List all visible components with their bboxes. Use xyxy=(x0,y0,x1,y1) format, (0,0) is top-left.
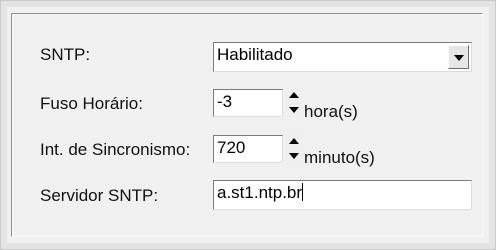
arrow-up-icon xyxy=(289,92,299,98)
timezone-stepper-down[interactable] xyxy=(285,103,303,117)
sync-interval-input[interactable]: 720 xyxy=(213,135,283,163)
sntp-select[interactable]: Habilitado xyxy=(213,42,472,72)
window-frame: SNTP: Habilitado Fuso Horário: -3 hora(s… xyxy=(0,0,496,250)
sntp-select-value: Habilitado xyxy=(217,45,293,64)
timezone-value: -3 xyxy=(217,92,233,111)
timezone-stepper[interactable] xyxy=(285,89,303,117)
text-caret xyxy=(302,183,304,201)
timezone-input[interactable]: -3 xyxy=(213,89,283,117)
timezone-stepper-up[interactable] xyxy=(285,89,303,103)
arrow-down-icon xyxy=(289,153,299,159)
arrow-up-icon xyxy=(289,138,299,144)
arrow-down-icon xyxy=(289,107,299,113)
timezone-unit: hora(s) xyxy=(304,102,358,121)
sync-interval-unit: minuto(s) xyxy=(304,148,375,167)
sync-interval-stepper-up[interactable] xyxy=(285,135,303,149)
sync-interval-stepper[interactable] xyxy=(285,135,303,163)
sync-interval-value: 720 xyxy=(217,138,246,157)
server-value: a.st1.ntp.br xyxy=(217,183,303,202)
chevron-down-icon xyxy=(454,55,464,61)
sntp-settings-panel: SNTP: Habilitado Fuso Horário: -3 hora(s… xyxy=(11,13,483,237)
server-label: Servidor SNTP: xyxy=(40,186,159,205)
sntp-label: SNTP: xyxy=(40,45,91,64)
sntp-dropdown-button[interactable] xyxy=(448,45,469,69)
server-input[interactable]: a.st1.ntp.br xyxy=(213,180,472,210)
sync-interval-stepper-down[interactable] xyxy=(285,149,303,163)
sync-interval-label: Int. de Sincronismo: xyxy=(40,140,191,159)
timezone-label: Fuso Horário: xyxy=(40,94,143,113)
